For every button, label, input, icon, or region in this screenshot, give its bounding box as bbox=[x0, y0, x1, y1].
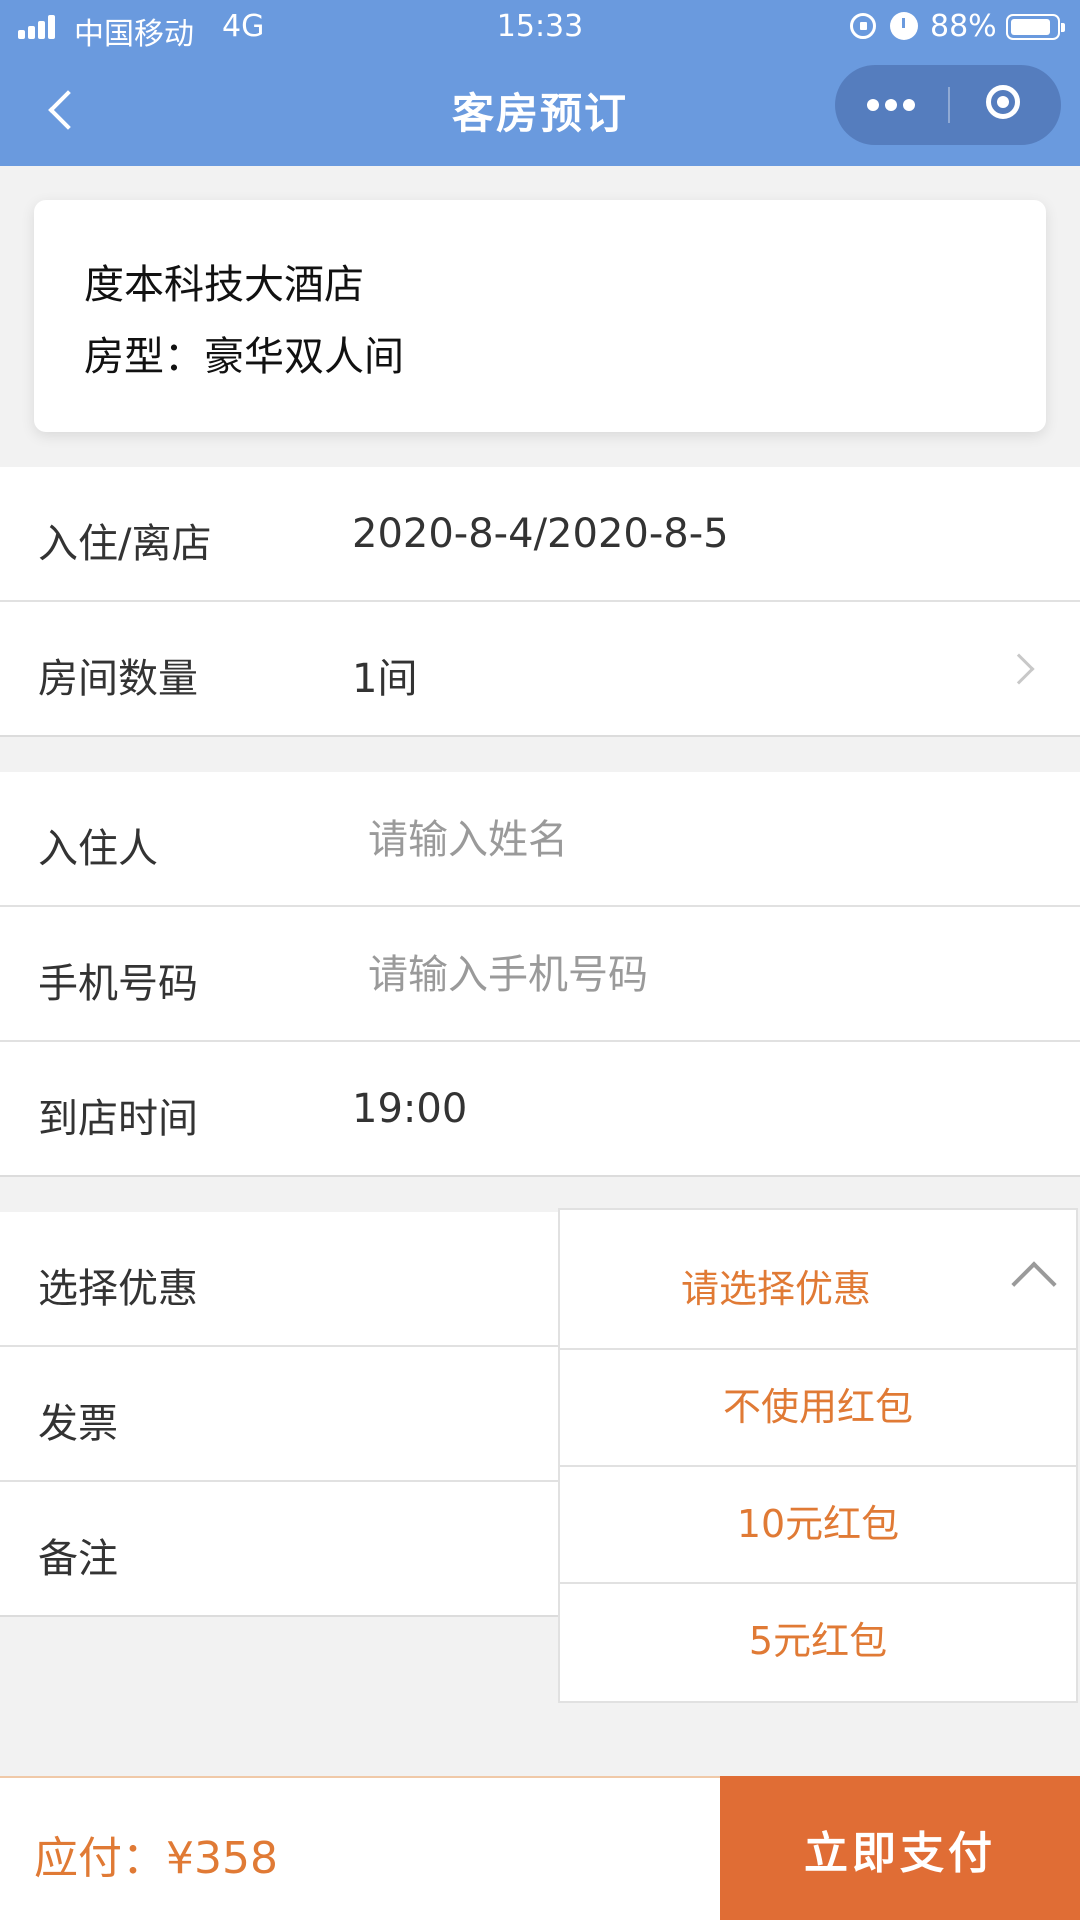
amount-due: 应付：¥358 bbox=[34, 1833, 278, 1884]
battery-icon bbox=[1006, 14, 1065, 40]
hotel-name: 度本科技大酒店 bbox=[84, 262, 364, 308]
guest-name-row: 入住人 bbox=[0, 772, 1080, 907]
discount-label: 选择优惠 bbox=[38, 1266, 198, 1312]
remark-row[interactable]: 备注 bbox=[0, 1482, 560, 1617]
checkin-row[interactable]: 入住/离店 2020-8-4/2020-8-5 bbox=[0, 467, 1080, 602]
mini-program-capsule bbox=[835, 65, 1061, 145]
rooms-row[interactable]: 房间数量 1间 bbox=[0, 602, 1080, 737]
guest-name-label: 入住人 bbox=[38, 826, 158, 872]
invoice-label: 发票 bbox=[38, 1401, 118, 1447]
target-icon[interactable] bbox=[949, 65, 1061, 145]
discount-option-none[interactable]: 不使用红包 bbox=[560, 1350, 1076, 1467]
invoice-row[interactable]: 发票 bbox=[0, 1347, 560, 1482]
guest-name-input[interactable] bbox=[352, 800, 1032, 880]
status-time: 15:33 bbox=[496, 9, 584, 44]
remark-label: 备注 bbox=[38, 1536, 118, 1582]
rooms-label: 房间数量 bbox=[38, 656, 198, 702]
pay-now-button[interactable]: 立即支付 bbox=[720, 1776, 1080, 1920]
nav-bar: 客房预订 bbox=[0, 54, 1080, 166]
chevron-up-icon bbox=[1011, 1261, 1057, 1307]
discount-dropdown: 请选择优惠 不使用红包 10元红包 5元红包 bbox=[558, 1208, 1078, 1703]
status-bar: 中国移动 4G 15:33 88% bbox=[0, 0, 1080, 54]
payment-bar: 应付：¥358 立即支付 bbox=[0, 1776, 1080, 1920]
discount-option-5[interactable]: 5元红包 bbox=[560, 1584, 1076, 1701]
phone-input[interactable] bbox=[352, 935, 1032, 1015]
checkin-label: 入住/离店 bbox=[38, 521, 212, 567]
chevron-right-icon bbox=[1003, 653, 1035, 685]
phone-row: 手机号码 bbox=[0, 907, 1080, 1042]
battery-percent: 88% bbox=[930, 9, 997, 44]
discount-select[interactable]: 请选择优惠 bbox=[560, 1210, 1076, 1350]
phone-label: 手机号码 bbox=[38, 961, 198, 1007]
hotel-info-card: 度本科技大酒店 房型：豪华双人间 bbox=[34, 200, 1046, 432]
booking-section: 入住/离店 2020-8-4/2020-8-5 房间数量 1间 bbox=[0, 467, 1080, 737]
room-type: 房型：豪华双人间 bbox=[84, 334, 404, 380]
more-icon[interactable] bbox=[835, 65, 947, 145]
discount-prompt: 请选择优惠 bbox=[680, 1267, 871, 1311]
arrival-time-row[interactable]: 到店时间 19:00 bbox=[0, 1042, 1080, 1177]
checkin-value: 2020-8-4/2020-8-5 bbox=[352, 511, 729, 557]
room-booking-page: 中国移动 4G 15:33 88% 客房预订 度本科技大酒店 房型：豪华双人间 bbox=[0, 0, 1080, 1920]
arrival-time-value: 19:00 bbox=[352, 1086, 468, 1132]
arrival-time-label: 到店时间 bbox=[38, 1096, 198, 1142]
battery-level-fill bbox=[1011, 19, 1050, 35]
header: 中国移动 4G 15:33 88% 客房预订 bbox=[0, 0, 1080, 166]
discount-option-10[interactable]: 10元红包 bbox=[560, 1467, 1076, 1584]
lock-icon bbox=[850, 13, 876, 39]
extras-section: 选择优惠 发票 备注 bbox=[0, 1212, 560, 1617]
alarm-icon bbox=[890, 12, 918, 40]
discount-row[interactable]: 选择优惠 bbox=[0, 1212, 560, 1347]
rooms-value: 1间 bbox=[352, 656, 418, 702]
guest-section: 入住人 手机号码 到店时间 19:00 bbox=[0, 772, 1080, 1177]
